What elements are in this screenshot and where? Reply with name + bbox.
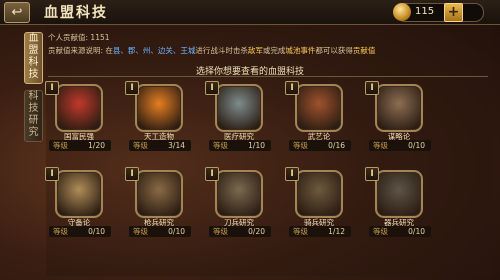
tech-level-label: 等级 [133,141,148,150]
tech-level-label: 等级 [213,227,228,236]
tech-badge-icon: I [365,81,379,95]
tech-badge-icon: I [125,167,139,181]
page-title: 血盟科技 [44,5,108,21]
back-button[interactable]: ↩ [4,2,30,23]
currency-display: 115 [393,3,484,22]
tech-level-value: 0/10 [408,227,425,236]
tech-level-bar: 等级 0/10 [129,226,191,237]
great-wall-icon [55,170,103,218]
tech-level-label: 等级 [133,227,148,236]
tab-tech-research[interactable]: 科技研究 [24,90,43,142]
divider [48,76,488,77]
back-arrow-icon: ↩ [11,5,23,20]
tech-level-label: 等级 [53,141,68,150]
contribution-source-note: 贡献值来源说明: 在县、郡、州、边关、王城进行战斗时击杀敌军或完成城池事件都可以… [48,45,375,56]
contribution-label: 个人贡献值: [48,33,89,42]
note-enemy: 敌军 [247,46,263,55]
tech-level-label: 等级 [213,141,228,150]
tech-level-label: 等级 [53,227,68,236]
add-currency-button[interactable]: + [444,3,463,22]
tech-badge-icon: I [285,81,299,95]
tech-level-bar: 等级 0/16 [289,140,351,151]
tech-badge-icon: I [205,81,219,95]
tech-card[interactable]: I 国富民强 等级 1/20 [45,80,112,156]
tech-badge-icon: I [365,167,379,181]
tech-badge-icon: I [45,81,59,95]
crossed-swords-icon [215,170,263,218]
scholar-portrait-icon [215,84,263,132]
note-locations: 县、郡、州、边关、王城 [112,46,196,55]
tech-card[interactable]: I 天工造物 等级 3/14 [125,80,192,156]
tech-level-bar: 等级 0/10 [369,140,431,151]
tech-level-bar: 等级 0/20 [209,226,271,237]
note-text: 都可以获得 [315,46,353,55]
tech-level-value: 1/10 [248,141,265,150]
tech-level-bar: 等级 1/10 [209,140,271,151]
tech-level-value: 0/16 [328,141,345,150]
note-contribution: 贡献值 [352,46,376,55]
tech-level-value: 0/10 [168,227,185,236]
tech-card[interactable]: I 医疗研究 等级 1/10 [205,80,272,156]
note-text: 进行战斗时击杀 [195,46,248,55]
tech-level-value: 1/12 [328,227,345,236]
tech-level-bar: 等级 0/10 [49,226,111,237]
tech-level-value: 0/10 [88,227,105,236]
tech-level-bar: 等级 1/12 [289,226,351,237]
tech-level-bar: 等级 3/14 [129,140,191,151]
tech-badge-icon: I [125,81,139,95]
tech-badge-icon: I [285,167,299,181]
gold-coin-icon [393,3,411,21]
contribution-value: 1151 [90,33,110,42]
tech-card[interactable]: I 武艺论 等级 0/16 [285,80,352,156]
forge-icon [135,84,183,132]
note-text: 贡献值来源说明: 在 [48,46,113,55]
tech-card[interactable]: I 器兵研究 等级 0/10 [365,166,432,242]
note-city-event: 城池事件 [285,46,316,55]
tech-level-label: 等级 [373,141,388,150]
tech-card[interactable]: I 谋略论 等级 0/10 [365,80,432,156]
tech-level-label: 等级 [373,227,388,236]
tech-badge-icon: I [45,167,59,181]
tech-level-bar: 等级 0/10 [369,226,431,237]
crossed-spears-icon [135,170,183,218]
warrior-portrait-icon [55,84,103,132]
contribution-line: 个人贡献值: 1151 [48,32,110,43]
tech-level-value: 0/20 [248,227,265,236]
tech-level-bar: 等级 1/20 [49,140,111,151]
general-portrait-icon [295,84,343,132]
cavalry-icon [295,170,343,218]
tech-card[interactable]: I 刀兵研究 等级 0/20 [205,166,272,242]
tech-level-label: 等级 [293,227,308,236]
currency-value: 115 [415,6,435,17]
tech-level-label: 等级 [293,141,308,150]
tech-card[interactable]: I 枪兵研究 等级 0/10 [125,166,192,242]
tech-level-value: 1/20 [88,141,105,150]
strategist-portrait-icon [375,84,423,132]
tech-badge-icon: I [205,167,219,181]
tech-level-value: 0/10 [408,141,425,150]
tech-level-value: 3/14 [168,141,185,150]
siege-cannon-icon [375,170,423,218]
note-text: 或完成 [262,46,286,55]
tech-card[interactable]: I 骑兵研究 等级 1/12 [285,166,352,242]
tech-card[interactable]: I 守备论 等级 0/10 [45,166,112,242]
